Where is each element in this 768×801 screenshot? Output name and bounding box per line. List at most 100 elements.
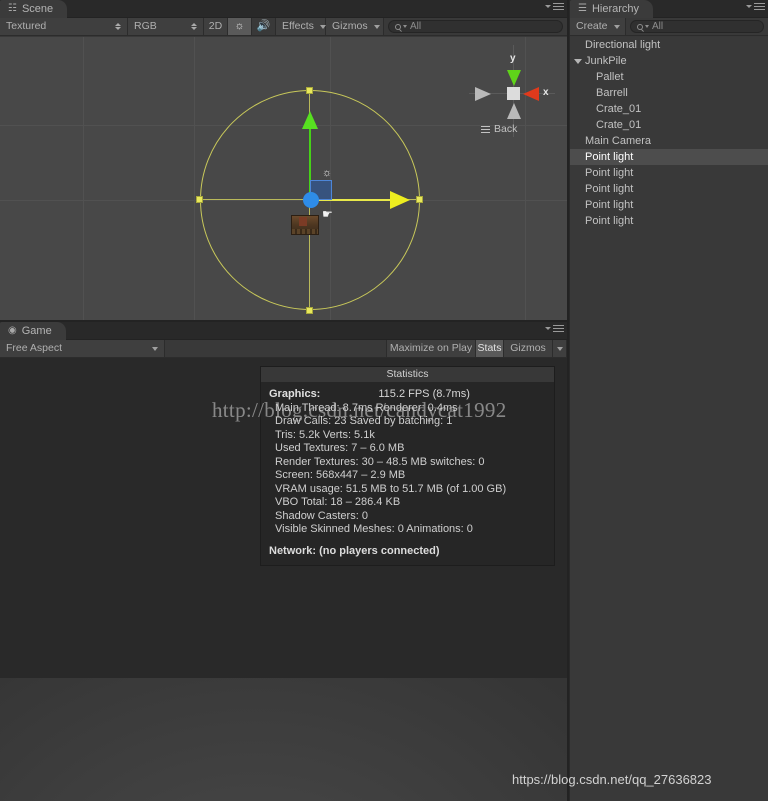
hierarchy-item-label: Point light <box>585 151 634 163</box>
statistics-body: Graphics: 115.2 FPS (8.7ms) Main Thread:… <box>261 382 554 558</box>
game-tabbar: ◉ Game <box>0 322 567 340</box>
light-handle-top[interactable] <box>306 87 313 94</box>
hierarchy-row[interactable]: Crate_01 <box>570 101 768 117</box>
light-handle-bottom[interactable] <box>306 307 313 314</box>
game-toolbar: Free Aspect Maximize on Play Stats Gizmo… <box>0 340 567 358</box>
hamburger-icon <box>553 3 564 10</box>
hierarchy-tabbar: ☰ Hierarchy <box>570 0 768 18</box>
chevron-down-icon <box>645 25 649 28</box>
center-right-splitter[interactable] <box>567 0 569 801</box>
tab-game[interactable]: ◉ Game <box>0 322 66 340</box>
statistics-row: Draw Calls: 23 Saved by batching: 1 <box>275 415 453 427</box>
statistics-row: VRAM usage: 51.5 MB to 51.7 MB (of 1.00 … <box>275 482 507 495</box>
hierarchy-item-label: JunkPile <box>585 55 627 67</box>
gamepad-icon: ◉ <box>8 325 17 336</box>
light-handle-left[interactable] <box>196 196 203 203</box>
scene-panel-menu[interactable] <box>545 3 564 10</box>
gizmo-view-label-row[interactable]: Back <box>481 123 517 135</box>
hierarchy-row[interactable]: Barrell <box>570 85 768 101</box>
hierarchy-row[interactable]: Point light <box>570 181 768 197</box>
maximize-on-play-button[interactable]: Maximize on Play <box>387 340 476 357</box>
aspect-ratio-dropdown[interactable]: Free Aspect <box>0 340 165 357</box>
game-gizmos-button[interactable]: Gizmos <box>504 340 553 357</box>
hierarchy-row[interactable]: Pallet <box>570 69 768 85</box>
hierarchy-item-label: Barrell <box>596 87 628 99</box>
hierarchy-row[interactable]: Crate_01 <box>570 117 768 133</box>
move-tool-center-handle[interactable] <box>303 192 319 208</box>
game-gizmos-dropdown[interactable] <box>553 340 567 357</box>
scene-lighting-toggle[interactable]: ☼ <box>228 18 252 35</box>
point-light-icon[interactable]: ☼ <box>322 168 332 179</box>
scene-panel: ☷ Scene Textured RGB 2D ☼ 🔊 Effects Gizm… <box>0 0 567 320</box>
hierarchy-row[interactable]: Point light <box>570 213 768 229</box>
toggle-2d-button[interactable]: 2D <box>204 18 228 35</box>
hierarchy-tree[interactable]: Directional light JunkPile Pallet Barrell Cr… <box>570 37 768 801</box>
hierarchy-row[interactable]: Directional light <box>570 37 768 53</box>
aspect-ratio-label: Free Aspect <box>6 342 63 354</box>
hamburger-icon <box>481 125 490 133</box>
gizmo-x-negative-cone[interactable] <box>475 87 491 101</box>
chevron-down-icon <box>403 25 407 28</box>
light-handle-right[interactable] <box>416 196 423 203</box>
statistics-row: Shadow Casters: 0 <box>275 509 368 522</box>
draw-mode-dropdown[interactable]: Textured <box>0 18 128 35</box>
statistics-row: Tris: 5.2k Verts: 5.1k <box>275 428 375 441</box>
x-axis-arrow[interactable] <box>390 191 410 209</box>
game-panel: ◉ Game Free Aspect Maximize on Play Stat… <box>0 322 567 801</box>
chevron-down-icon <box>545 327 551 330</box>
hierarchy-row[interactable]: JunkPile <box>570 53 768 69</box>
stats-label: Stats <box>477 342 502 354</box>
draw-mode-label: Textured <box>6 20 47 32</box>
create-dropdown[interactable]: Create <box>570 18 626 35</box>
hierarchy-search-input[interactable]: All <box>630 20 764 33</box>
gizmo-center-cube[interactable] <box>507 87 520 100</box>
hierarchy-toolbar: Create All <box>570 18 768 36</box>
render-mode-dropdown[interactable]: RGB <box>128 18 204 35</box>
game-gizmos-label: Gizmos <box>510 342 546 354</box>
render-mode-label: RGB <box>134 20 157 32</box>
scene-axis-gizmo[interactable]: y x Back <box>469 45 555 145</box>
gizmos-dropdown[interactable]: Gizmos <box>326 18 384 35</box>
hierarchy-item-label: Point light <box>585 215 634 227</box>
stats-button[interactable]: Stats <box>476 340 504 357</box>
y-axis-arrow[interactable] <box>302 111 318 129</box>
junkpile-scene-object[interactable] <box>291 215 319 235</box>
game-panel-menu[interactable] <box>545 325 564 332</box>
hierarchy-row[interactable]: Main Camera <box>570 133 768 149</box>
hamburger-icon <box>553 325 564 332</box>
hierarchy-panel-menu[interactable] <box>746 3 765 10</box>
statistics-graphics-label: Graphics: <box>269 388 321 400</box>
hierarchy-panel: ☰ Hierarchy Create All Directional light… <box>570 0 768 801</box>
gizmo-x-positive-cone[interactable] <box>523 87 539 101</box>
statistics-fps-value: 115.2 FPS (8.7ms) <box>378 388 470 400</box>
statistics-row: Screen: 568x447 – 2.9 MB <box>275 469 406 481</box>
hierarchy-item-label: Crate_01 <box>596 119 642 131</box>
gizmo-x-label: x <box>543 87 549 98</box>
game-viewport[interactable] <box>0 678 567 801</box>
scene-audio-toggle[interactable]: 🔊 <box>252 18 276 35</box>
statistics-row: Render Textures: 30 – 48.5 MB switches: … <box>275 455 485 468</box>
hierarchy-row[interactable]: Point light <box>570 165 768 181</box>
list-icon: ☰ <box>578 3 587 14</box>
chevron-down-icon <box>319 24 326 29</box>
chevron-down-icon <box>556 346 563 351</box>
scene-search-input[interactable]: All <box>388 20 563 33</box>
hierarchy-row[interactable]: Point light <box>570 197 768 213</box>
foldout-triangle-icon[interactable] <box>574 58 582 64</box>
search-icon <box>637 23 643 30</box>
chevron-down-icon <box>373 24 380 29</box>
tab-hierarchy[interactable]: ☰ Hierarchy <box>570 0 654 18</box>
maximize-on-play-label: Maximize on Play <box>389 342 473 354</box>
tab-scene[interactable]: ☷ Scene <box>0 0 68 18</box>
scene-search-placeholder: All <box>410 21 422 32</box>
gizmo-y-negative-cone[interactable] <box>507 103 521 119</box>
gizmo-y-positive-cone[interactable] <box>507 70 521 86</box>
effects-dropdown[interactable]: Effects <box>276 18 326 35</box>
unity-editor-window: ☷ Scene Textured RGB 2D ☼ 🔊 Effects Gizm… <box>0 0 768 801</box>
hierarchy-row[interactable]: Point light <box>570 149 768 165</box>
hierarchy-item-label: Pallet <box>596 71 624 83</box>
statistics-title: Statistics <box>261 367 554 382</box>
statistics-overlay[interactable]: Statistics Graphics: 115.2 FPS (8.7ms) M… <box>260 366 555 566</box>
effects-label: Effects <box>282 20 314 32</box>
scene-viewport[interactable]: ☼ ☛ y x Back <box>0 37 567 320</box>
